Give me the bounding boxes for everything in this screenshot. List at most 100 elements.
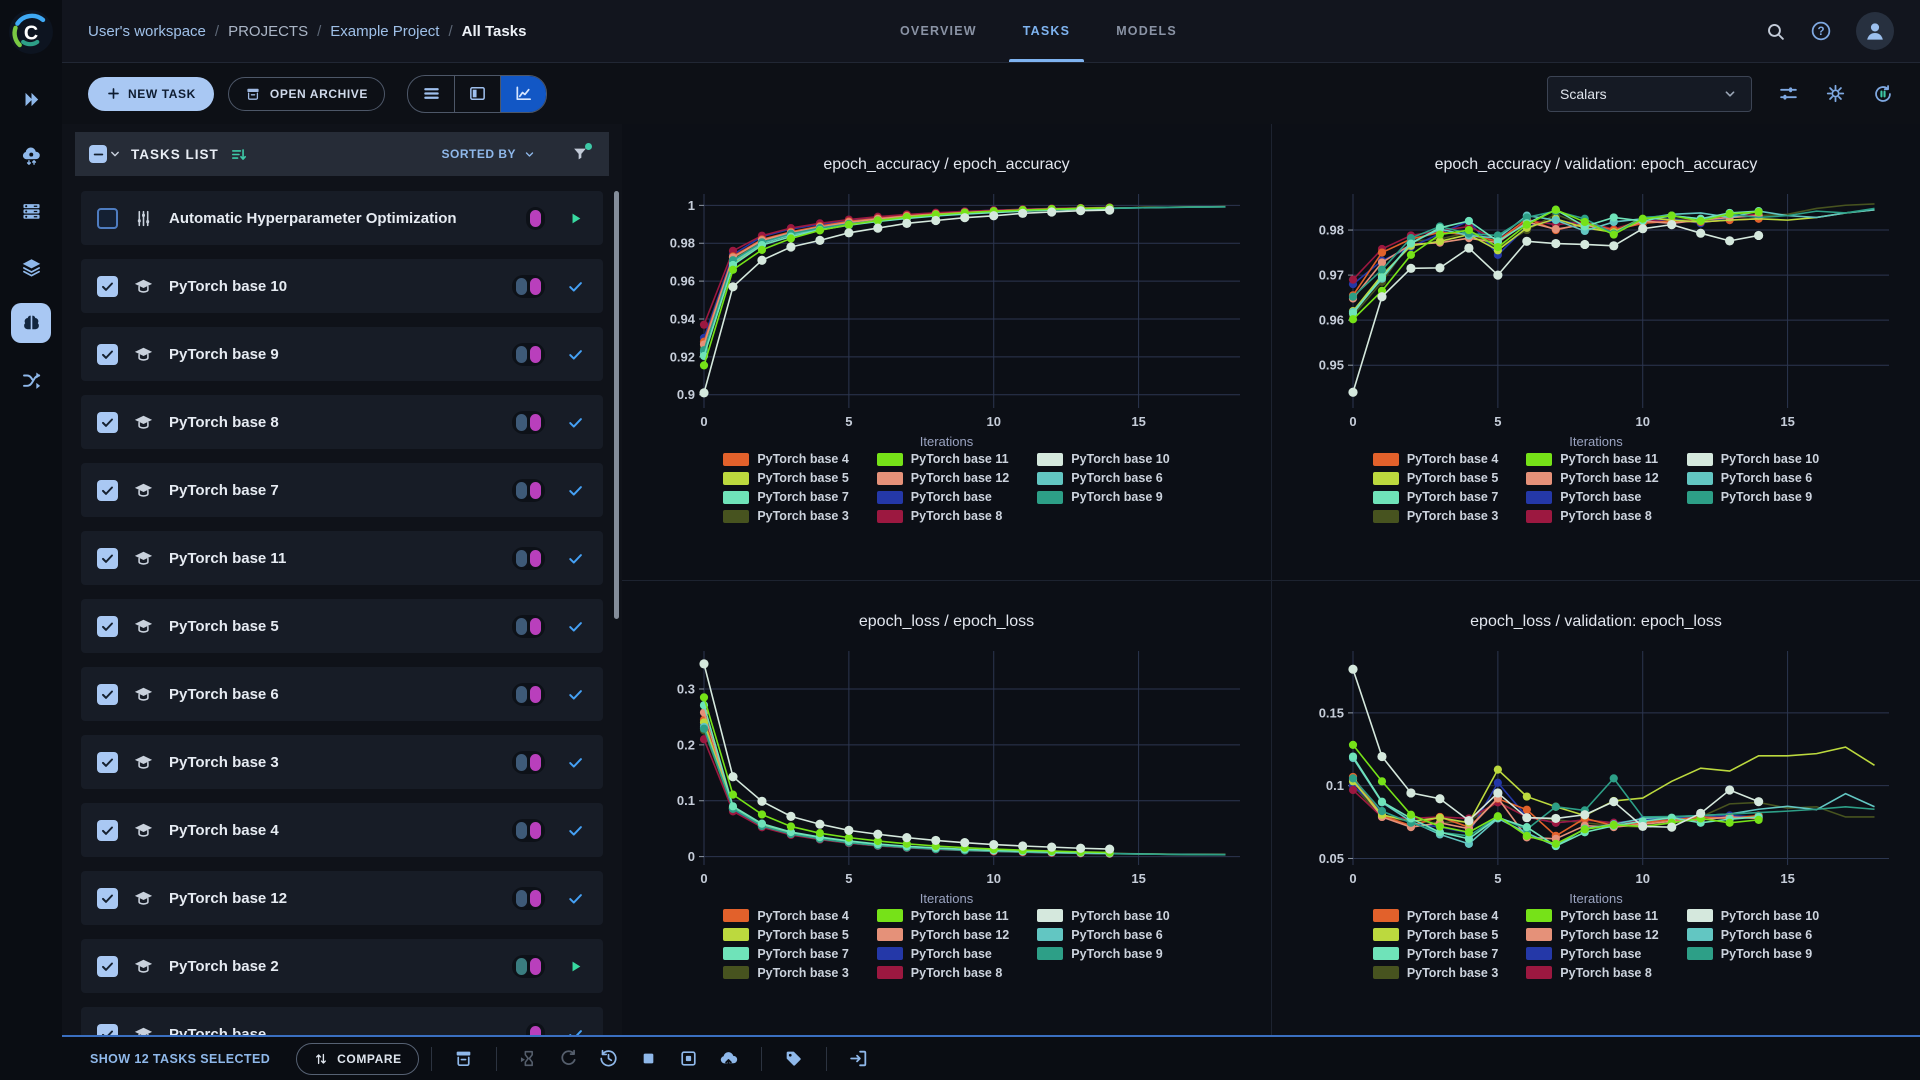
sidebar-item-pipelines[interactable] bbox=[11, 359, 51, 399]
legend-item[interactable]: PyTorch base 12 bbox=[1526, 471, 1659, 485]
sidebar-item-datasets[interactable] bbox=[11, 247, 51, 287]
legend-item[interactable]: PyTorch base 7 bbox=[1372, 490, 1498, 504]
sorted-by-control[interactable]: SORTED BY bbox=[441, 147, 537, 162]
view-button-list-view[interactable] bbox=[408, 76, 454, 112]
gear-icon[interactable] bbox=[1825, 83, 1846, 104]
legend-item[interactable]: PyTorch base 5 bbox=[723, 471, 849, 485]
legend-item[interactable]: PyTorch base bbox=[876, 947, 1009, 961]
legend-item[interactable]: PyTorch base 10 bbox=[1037, 452, 1170, 466]
task-checkbox-checked[interactable] bbox=[97, 751, 118, 773]
tasks-scrollbar[interactable] bbox=[614, 191, 619, 619]
legend-item[interactable]: PyTorch base 10 bbox=[1686, 452, 1819, 466]
open-archive-button[interactable]: OPEN ARCHIVE bbox=[227, 76, 386, 111]
legend-item[interactable]: PyTorch base 12 bbox=[1526, 928, 1659, 942]
legend-item[interactable]: PyTorch base bbox=[1526, 947, 1658, 961]
archive-action-icon[interactable] bbox=[444, 1048, 484, 1069]
legend-item[interactable]: PyTorch base 3 bbox=[723, 966, 849, 980]
legend-item[interactable]: PyTorch base 8 bbox=[876, 966, 1009, 980]
tune-icon[interactable] bbox=[1778, 83, 1799, 104]
legend-item[interactable]: PyTorch base 8 bbox=[1526, 966, 1658, 980]
legend-item[interactable]: PyTorch base 10 bbox=[1037, 909, 1170, 923]
task-row[interactable]: PyTorch base 3 bbox=[81, 735, 603, 789]
legend-item[interactable]: PyTorch base 4 bbox=[723, 452, 849, 466]
legend-item[interactable]: PyTorch base bbox=[1526, 490, 1658, 504]
sidebar-item-projects-brain-active[interactable] bbox=[11, 303, 51, 343]
legend-item[interactable]: PyTorch base 11 bbox=[1526, 452, 1658, 466]
legend-item[interactable]: PyTorch base bbox=[876, 490, 1009, 504]
select-all-caret-icon[interactable] bbox=[107, 146, 123, 162]
task-row[interactable]: PyTorch base 4 bbox=[81, 803, 603, 857]
legend-item[interactable]: PyTorch base 6 bbox=[1686, 928, 1819, 942]
task-checkbox-checked[interactable] bbox=[97, 1023, 118, 1035]
refresh-pause-icon[interactable] bbox=[1872, 83, 1894, 105]
task-row[interactable]: PyTorch base 9 bbox=[81, 327, 603, 381]
metric-dropdown[interactable]: Scalars bbox=[1547, 75, 1752, 112]
task-checkbox-checked[interactable] bbox=[97, 683, 118, 705]
legend-item[interactable]: PyTorch base 8 bbox=[1526, 509, 1658, 523]
legend-item[interactable]: PyTorch base 12 bbox=[876, 471, 1009, 485]
task-checkbox-checked[interactable] bbox=[97, 411, 118, 433]
legend-item[interactable]: PyTorch base 11 bbox=[1526, 909, 1658, 923]
task-row[interactable]: PyTorch base 7 bbox=[81, 463, 603, 517]
show-selected-button[interactable]: SHOW 12 TASKS SELECTED bbox=[90, 1052, 270, 1066]
publish-cloud-icon[interactable] bbox=[709, 1048, 749, 1069]
user-avatar[interactable] bbox=[1856, 12, 1894, 50]
legend-item[interactable]: PyTorch base 10 bbox=[1686, 909, 1819, 923]
task-checkbox-checked[interactable] bbox=[97, 343, 118, 365]
select-all-checkbox[interactable] bbox=[89, 145, 107, 163]
legend-item[interactable]: PyTorch base 7 bbox=[723, 490, 849, 504]
task-row[interactable]: PyTorch base 5 bbox=[81, 599, 603, 653]
legend-item[interactable]: PyTorch base 11 bbox=[876, 909, 1009, 923]
task-row[interactable]: PyTorch base 8 bbox=[81, 395, 603, 449]
history-retry-icon[interactable] bbox=[589, 1048, 629, 1069]
legend-item[interactable]: PyTorch base 8 bbox=[876, 509, 1009, 523]
legend-item[interactable]: PyTorch base 5 bbox=[1372, 928, 1498, 942]
task-row[interactable]: PyTorch base 11 bbox=[81, 531, 603, 585]
task-row[interactable]: PyTorch base 6 bbox=[81, 667, 603, 721]
sidebar-item-cloud-autoscalers[interactable] bbox=[11, 135, 51, 175]
legend-item[interactable]: PyTorch base 4 bbox=[723, 909, 849, 923]
help-icon[interactable]: ? bbox=[1810, 20, 1832, 42]
sidebar-item-getting-started[interactable] bbox=[11, 79, 51, 119]
task-checkbox-checked[interactable] bbox=[97, 955, 118, 977]
legend-item[interactable]: PyTorch base 3 bbox=[1372, 509, 1498, 523]
breadcrumb-item[interactable]: User's workspace bbox=[88, 23, 206, 40]
task-row[interactable]: PyTorch base 12 bbox=[81, 871, 603, 925]
task-checkbox-checked[interactable] bbox=[97, 547, 118, 569]
tab-overview[interactable]: OVERVIEW bbox=[900, 0, 977, 62]
task-row[interactable]: PyTorch base 10 bbox=[81, 259, 603, 313]
chart-plot[interactable]: 0 5 10 15 0.9 0.92 0.94 0.96 0.98 1 bbox=[646, 182, 1248, 434]
task-row[interactable]: PyTorch base bbox=[81, 1007, 603, 1035]
compare-button[interactable]: COMPARE bbox=[296, 1042, 419, 1075]
sidebar-item-workers-queues[interactable] bbox=[11, 191, 51, 231]
tab-tasks[interactable]: TASKS bbox=[1008, 0, 1085, 62]
legend-item[interactable]: PyTorch base 6 bbox=[1037, 471, 1169, 485]
task-row[interactable]: Automatic Hyperparameter Optimization bbox=[81, 191, 603, 245]
chart-plot[interactable]: 0 5 10 15 0.05 0.1 0.15 bbox=[1295, 639, 1897, 891]
legend-item[interactable]: PyTorch base 6 bbox=[1686, 471, 1819, 485]
task-checkbox-unchecked[interactable] bbox=[97, 207, 118, 229]
new-task-button[interactable]: NEW TASK bbox=[88, 76, 214, 111]
legend-item[interactable]: PyTorch base 12 bbox=[876, 928, 1009, 942]
legend-item[interactable]: PyTorch base 9 bbox=[1686, 490, 1819, 504]
legend-item[interactable]: PyTorch base 5 bbox=[723, 928, 849, 942]
legend-item[interactable]: PyTorch base 7 bbox=[1372, 947, 1498, 961]
abort-all-children-icon[interactable] bbox=[669, 1048, 709, 1069]
legend-item[interactable]: PyTorch base 9 bbox=[1037, 490, 1169, 504]
legend-item[interactable]: PyTorch base 9 bbox=[1037, 947, 1169, 961]
add-tag-icon[interactable] bbox=[774, 1048, 814, 1069]
legend-item[interactable]: PyTorch base 4 bbox=[1372, 909, 1498, 923]
abort-stop-icon[interactable] bbox=[629, 1048, 669, 1069]
breadcrumb-item[interactable]: PROJECTS bbox=[228, 23, 308, 40]
breadcrumb-item[interactable]: Example Project bbox=[330, 23, 439, 40]
view-button-chart-view-active[interactable] bbox=[500, 75, 547, 112]
legend-item[interactable]: PyTorch base 3 bbox=[723, 509, 849, 523]
task-checkbox-checked[interactable] bbox=[97, 479, 118, 501]
legend-item[interactable]: PyTorch base 11 bbox=[876, 452, 1009, 466]
chart-plot[interactable]: 0 5 10 15 0 0.1 0.2 0.3 bbox=[646, 639, 1248, 891]
task-checkbox-checked[interactable] bbox=[97, 615, 118, 637]
legend-item[interactable]: PyTorch base 4 bbox=[1372, 452, 1498, 466]
task-checkbox-checked[interactable] bbox=[97, 275, 118, 297]
column-sort-icon[interactable] bbox=[229, 145, 248, 164]
view-button-split-view[interactable] bbox=[454, 75, 500, 112]
